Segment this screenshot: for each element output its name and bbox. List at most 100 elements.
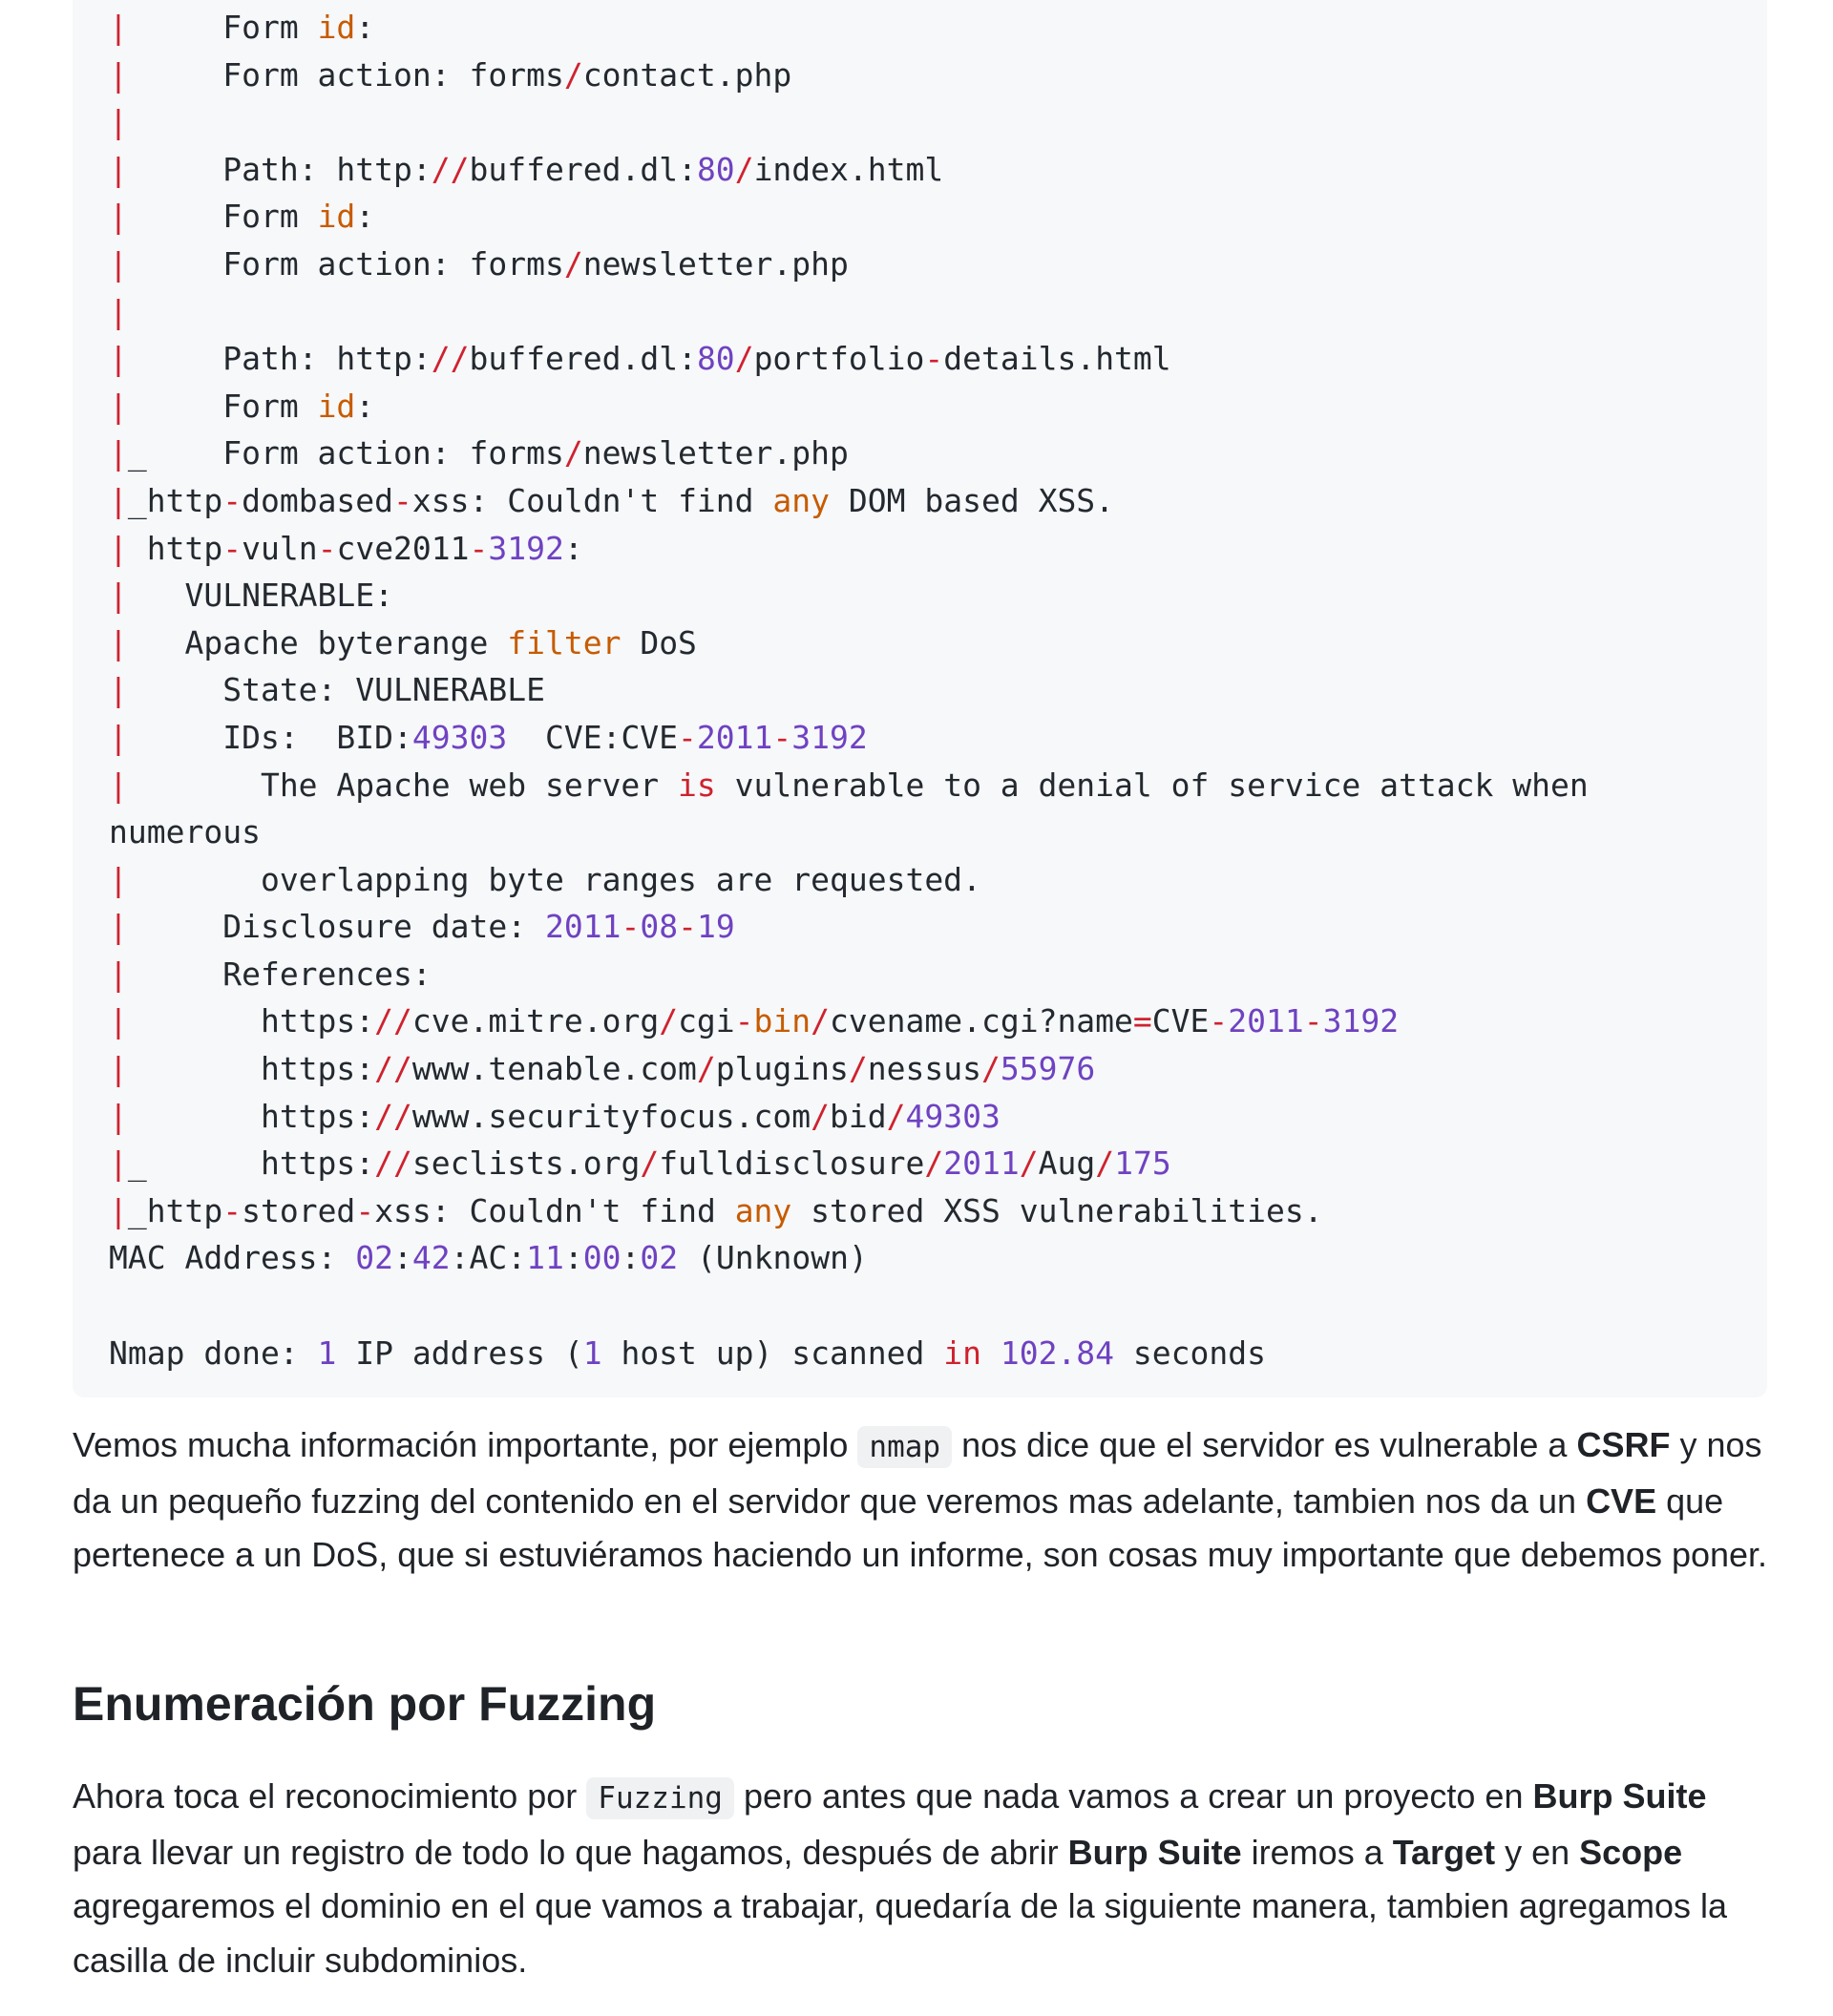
code-line: | https://www.securityfocus.com/bid/4930… <box>109 1098 1001 1135</box>
code-token: - <box>1303 1002 1323 1040</box>
code-token: 2011 <box>544 908 622 946</box>
code-line: |_ https://seclists.org/fulldisclosure/2… <box>109 1144 1171 1182</box>
code-token: 49303 <box>411 718 508 756</box>
code-line: | References: <box>109 956 432 993</box>
code-token: buffered.dl: <box>469 150 697 188</box>
code-token: | <box>109 529 128 567</box>
code-token: / <box>563 434 583 472</box>
code-token: bin <box>753 1002 811 1040</box>
code-token: www.securityfocus.com <box>411 1097 811 1135</box>
code-line: | Disclosure date: 2011-08-19 <box>109 908 735 945</box>
bold-burp-suite-1: Burp Suite <box>1532 1776 1707 1816</box>
code-token: | <box>109 340 128 378</box>
code-line: |_ Form action: forms/newsletter.php <box>109 434 849 472</box>
code-line: numerous <box>109 813 261 850</box>
code-token: 102.84 <box>1000 1334 1115 1372</box>
code-token: cve2011 <box>336 529 470 567</box>
code-token: 80 <box>696 150 735 188</box>
code-token: in <box>943 1334 981 1372</box>
code-token: Path: http: <box>127 340 432 378</box>
paragraph-fuzzing-intro: Ahora toca el reconocimiento por Fuzzing… <box>73 1770 1772 1987</box>
code-line: | Apache byterange filter DoS <box>109 624 697 662</box>
code-token: - <box>355 1191 375 1229</box>
code-token: _http <box>127 481 223 519</box>
code-token: / <box>811 1002 831 1040</box>
code-token: 2011 <box>943 1144 1020 1183</box>
code-line: | The Apache web server is vulnerable to… <box>109 766 1589 804</box>
code-token: Form <box>127 387 318 425</box>
code-token: 1 <box>582 1334 602 1372</box>
bold-burp-suite-2: Burp Suite <box>1067 1832 1242 1872</box>
code-line: | VULNERABLE: <box>109 577 393 614</box>
code-token: portfolio <box>753 340 925 378</box>
code-token: // <box>374 1050 412 1088</box>
code-token: - <box>621 908 641 946</box>
code-token: | <box>109 1002 128 1040</box>
code-token: cvename.cgi?name <box>830 1002 1133 1040</box>
code-token: // <box>431 340 470 378</box>
code-line: | <box>109 103 128 140</box>
code-token: 55976 <box>1000 1050 1096 1088</box>
code-token: 11 <box>526 1239 564 1277</box>
code-token: 2011 <box>1228 1002 1304 1040</box>
para2-text-1: Ahora toca el reconocimiento por <box>73 1776 587 1816</box>
code-token: 3192 <box>488 529 564 567</box>
code-token: 3192 <box>791 718 868 756</box>
bold-cve: CVE <box>1586 1480 1657 1521</box>
code-token: _ Form action: forms <box>127 434 564 472</box>
code-token: / <box>563 244 583 283</box>
code-token: : <box>621 1239 641 1277</box>
code-token: vulnerable to a denial of service attack… <box>715 766 1589 804</box>
code-line: | Form action: forms/newsletter.php <box>109 245 849 283</box>
code-token: xss: Couldn't find <box>374 1191 735 1229</box>
code-token: IP address ( <box>336 1334 583 1372</box>
code-token: contact.php <box>582 55 792 94</box>
code-line: | Form action: forms/contact.php <box>109 56 791 94</box>
code-token: Disclosure date: <box>127 908 545 946</box>
code-token: https: <box>127 1002 375 1040</box>
code-token: newsletter.php <box>582 244 849 283</box>
code-token: 02 <box>355 1239 394 1277</box>
code-token: bid <box>830 1097 887 1135</box>
code-token: 08 <box>640 908 679 946</box>
code-token: - <box>734 1002 754 1040</box>
code-token: id <box>317 9 356 46</box>
code-line: MAC Address: 02:42:AC:11:00:02 (Unknown) <box>109 1239 868 1276</box>
code-token: stored <box>242 1191 356 1229</box>
paragraph-nmap-summary: Vemos mucha información importante, por … <box>73 1418 1772 1583</box>
code-line: | https://cve.mitre.org/cgi-bin/cvename.… <box>109 1002 1399 1040</box>
code-token: : <box>355 198 375 236</box>
code-token: 2011 <box>696 718 773 756</box>
code-line: | State: VULNERABLE <box>109 671 545 708</box>
para2-text-3: para llevar un registro de todo lo que h… <box>73 1832 1068 1872</box>
code-token: 49303 <box>905 1097 1001 1135</box>
code-token: Apache byterange <box>127 623 508 662</box>
code-token: plugins <box>715 1050 849 1088</box>
code-token: DOM based XSS. <box>830 481 1115 519</box>
code-line: | Form id: <box>109 9 374 46</box>
code-token: - <box>393 481 412 519</box>
code-token: Nmap done: <box>109 1334 318 1372</box>
code-token: | <box>109 1050 128 1088</box>
code-token: www.tenable.com <box>411 1050 697 1088</box>
code-token: vuln <box>242 529 318 567</box>
code-token: http <box>127 529 223 567</box>
code-token: | <box>109 481 128 519</box>
code-block: | Form id: | Form action: forms/contact.… <box>73 0 1767 1397</box>
code-token: https: <box>127 1097 375 1135</box>
code-token: | <box>109 55 128 94</box>
section-heading: Enumeración por Fuzzing <box>73 1677 657 1731</box>
code-token: _http <box>127 1191 223 1229</box>
code-token: - <box>772 718 792 756</box>
code-token: IDs: BID: <box>127 718 412 756</box>
code-token: - <box>678 718 697 756</box>
code-line: | <box>109 293 128 330</box>
code-token: :AC: <box>450 1239 527 1277</box>
code-token: nessus <box>867 1050 981 1088</box>
code-token: 175 <box>1114 1144 1171 1183</box>
code-line: | Path: http://buffered.dl:80/index.html <box>109 151 943 188</box>
inline-code-nmap: nmap <box>857 1426 953 1468</box>
code-token: 1 <box>317 1334 337 1372</box>
code-token: 19 <box>696 908 735 946</box>
